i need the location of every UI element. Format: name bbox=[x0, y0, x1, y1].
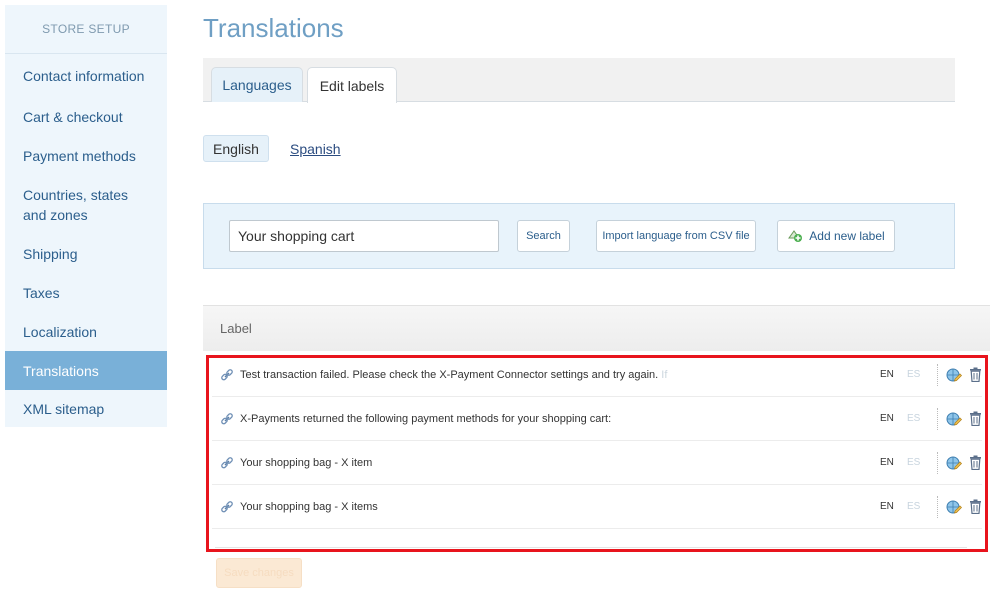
tab-languages[interactable]: Languages bbox=[211, 67, 303, 102]
tab-edit-labels[interactable]: Edit labels bbox=[307, 67, 397, 103]
save-changes-button[interactable]: Save changes bbox=[216, 558, 302, 588]
search-panel: Search Import language from CSV file Add… bbox=[203, 203, 955, 269]
add-label-icon bbox=[788, 230, 803, 242]
highlight-frame bbox=[206, 355, 988, 552]
search-button[interactable]: Search bbox=[517, 220, 570, 252]
sidebar-item-contact-information[interactable]: Contact information bbox=[5, 54, 167, 97]
label-column-header: Label bbox=[203, 305, 990, 351]
language-english-button[interactable]: English bbox=[203, 135, 269, 162]
language-spanish-link[interactable]: Spanish bbox=[290, 135, 341, 162]
import-csv-button[interactable]: Import language from CSV file bbox=[596, 220, 756, 252]
sidebar-item-translations[interactable]: Translations bbox=[5, 351, 167, 390]
tabs-bar: Languages Edit labels bbox=[203, 58, 955, 103]
page-title: Translations bbox=[203, 13, 344, 43]
sidebar-item-payment-methods[interactable]: Payment methods bbox=[5, 136, 167, 175]
add-label-text: Add new label bbox=[809, 229, 885, 243]
sidebar-item-cart-checkout[interactable]: Cart & checkout bbox=[5, 97, 167, 136]
search-input[interactable] bbox=[229, 220, 499, 252]
sidebar-item-localization[interactable]: Localization bbox=[5, 312, 167, 351]
sidebar: STORE SETUP Contact information Cart & c… bbox=[5, 5, 167, 427]
sidebar-item-countries-states-zones[interactable]: Countries, states and zones bbox=[5, 175, 167, 234]
sidebar-item-shipping[interactable]: Shipping bbox=[5, 234, 167, 273]
sidebar-item-taxes[interactable]: Taxes bbox=[5, 273, 167, 312]
sidebar-item-xml-sitemap[interactable]: XML sitemap bbox=[5, 390, 167, 428]
sidebar-header: STORE SETUP bbox=[5, 5, 167, 54]
add-label-button[interactable]: Add new label bbox=[777, 220, 895, 252]
